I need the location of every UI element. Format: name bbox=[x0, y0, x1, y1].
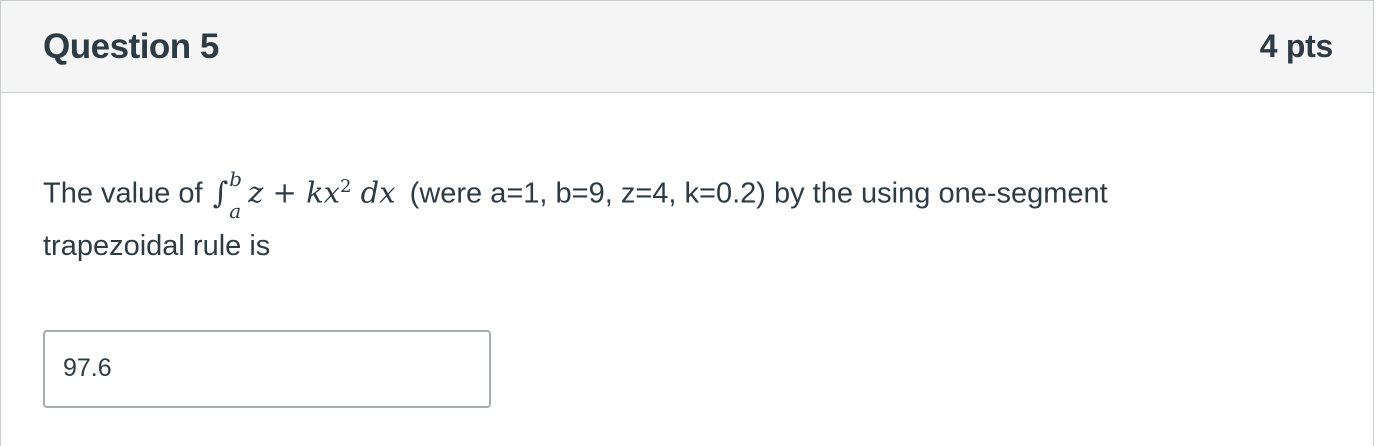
question-body: The value of ∫ b a z + kx2 dx (were a=1, b=9… bbox=[1, 161, 1373, 408]
question-text: The value of ∫ b a z + kx2 dx (were a=1, b=9… bbox=[43, 161, 1233, 272]
question-points: 4 pts bbox=[1259, 28, 1334, 64]
question-title: Question 5 bbox=[43, 26, 219, 66]
integral-limits: ba bbox=[229, 169, 242, 221]
question-header: Question 5 4 pts bbox=[1, 1, 1373, 93]
question-card: Question 5 4 pts The value of ∫ b a z + kx2 … bbox=[0, 0, 1374, 446]
integral-expression: ∫ b a z + kx2 dx bbox=[212, 161, 396, 221]
question-text-before: The value of bbox=[43, 177, 203, 210]
answer-input[interactable] bbox=[43, 329, 491, 408]
integral-symbol: ∫ bbox=[212, 175, 229, 211]
lower-limit: a bbox=[229, 198, 242, 223]
integrand: z + kx bbox=[248, 175, 341, 210]
exponent: 2 bbox=[340, 176, 352, 197]
upper-limit: b bbox=[229, 166, 243, 191]
differential: dx bbox=[351, 175, 396, 210]
